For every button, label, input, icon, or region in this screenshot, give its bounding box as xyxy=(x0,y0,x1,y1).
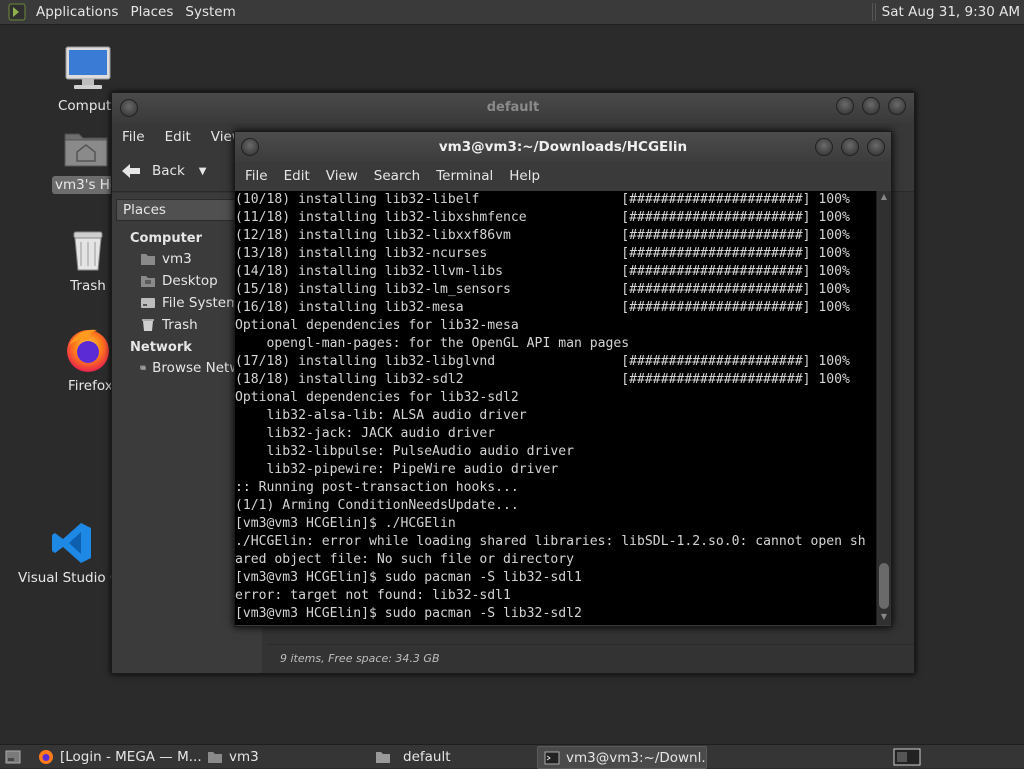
window-titlebar[interactable]: vm3@vm3:~/Downloads/HCGElin xyxy=(235,132,891,162)
chevron-down-icon[interactable]: ▼ xyxy=(199,166,207,177)
taskbar-item-label: vm3@vm3:~/Downl... xyxy=(566,749,707,766)
taskbar-item-vm3[interactable]: vm3 xyxy=(201,746,361,767)
menubar: File Edit View Search Terminal Help xyxy=(235,162,891,190)
terminal-line: (11/18) installing lib32-libxshmfence [#… xyxy=(235,210,850,225)
desktop-icon-label: vm3's Home xyxy=(52,176,120,194)
sidebar-item-label: vm3 xyxy=(162,251,192,267)
panel-separator xyxy=(871,3,876,21)
menu-search[interactable]: Search xyxy=(366,168,428,184)
show-desktop-icon xyxy=(5,750,21,763)
workspace-icon xyxy=(893,748,921,765)
terminal-icon xyxy=(544,751,560,764)
show-desktop-button[interactable] xyxy=(2,746,24,767)
terminal-line: :: Running post-transaction hooks... xyxy=(235,480,519,495)
trash-icon xyxy=(73,231,103,271)
taskbar-item-terminal[interactable]: vm3@vm3:~/Downl... xyxy=(537,746,707,769)
home-folder-icon xyxy=(64,133,108,167)
terminal-line: (16/18) installing lib32-mesa [#########… xyxy=(235,300,850,315)
status-text: 9 items, Free space: 34.3 GB xyxy=(280,652,440,665)
bottom-panel: [Login - MEGA — M... vm3 default vm3@vm3… xyxy=(0,744,1024,769)
home-folder-icon xyxy=(141,254,155,265)
workspace-switcher[interactable] xyxy=(893,746,923,767)
menu-file[interactable]: File xyxy=(237,168,276,184)
terminal-line: (1/1) Arming ConditionNeedsUpdate... xyxy=(235,498,519,513)
terminal-line: (13/18) installing lib32-ncurses [######… xyxy=(235,246,850,261)
terminal-line: ared object file: No such file or direct… xyxy=(235,552,574,567)
terminal-line: (10/18) installing lib32-libelf [#######… xyxy=(235,192,850,207)
computer-icon xyxy=(65,46,111,89)
terminal-line: lib32-libpulse: PulseAudio audio driver xyxy=(235,444,574,459)
terminal-line: ./HCGElin: error while loading shared li… xyxy=(235,534,866,549)
maximize-button[interactable] xyxy=(841,138,859,156)
taskbar-item-firefox[interactable]: [Login - MEGA — M... xyxy=(32,746,202,767)
terminal-line: [vm3@vm3 HCGElin]$ sudo pacman -S lib32-… xyxy=(235,606,582,621)
desktop-folder-icon xyxy=(141,276,155,287)
minimize-button[interactable] xyxy=(815,138,833,156)
terminal-line: [vm3@vm3 HCGElin]$ sudo pacman -S lib32-… xyxy=(235,570,582,585)
folder-icon xyxy=(376,751,390,763)
terminal-line: lib32-pipewire: PipeWire audio driver xyxy=(235,462,559,477)
clock-applet[interactable]: Sat Aug 31, 9:30 AM xyxy=(871,0,1024,25)
firefox-icon xyxy=(67,329,109,372)
minimize-button[interactable] xyxy=(836,97,854,115)
distro-logo-icon[interactable] xyxy=(8,3,26,21)
vscode-icon xyxy=(52,523,91,563)
terminal-line: (18/18) installing lib32-sdl2 [#########… xyxy=(235,372,850,387)
menu-applications[interactable]: Applications xyxy=(30,4,124,20)
menu-terminal[interactable]: Terminal xyxy=(428,168,501,184)
terminal-line: error: target not found: lib32-sdl1 xyxy=(235,588,511,603)
window-title: default xyxy=(486,100,540,115)
scroll-down-icon[interactable]: ▼ xyxy=(877,612,891,624)
menu-system[interactable]: System xyxy=(179,4,241,20)
menu-edit[interactable]: Edit xyxy=(155,129,201,145)
taskbar-item-label: default xyxy=(403,748,451,765)
terminal-line: [vm3@vm3 HCGElin]$ ./HCGElin xyxy=(235,516,456,531)
terminal-line: (17/18) installing lib32-libglvnd [#####… xyxy=(235,354,850,369)
maximize-button[interactable] xyxy=(862,97,880,115)
sidebar-item-label: Trash xyxy=(162,317,198,333)
taskbar-item-default[interactable]: default xyxy=(369,746,533,767)
taskbar-item-label: vm3 xyxy=(229,748,259,765)
menu-help[interactable]: Help xyxy=(501,168,548,184)
firefox-icon xyxy=(39,749,53,764)
desktop-icon-label: Visual Studio Code xyxy=(18,570,112,586)
menu-edit[interactable]: Edit xyxy=(276,168,318,184)
network-icon xyxy=(140,365,146,371)
menu-places[interactable]: Places xyxy=(124,4,179,20)
back-label: Back xyxy=(152,163,185,179)
taskbar-item-label: [Login - MEGA — M... xyxy=(60,748,202,765)
terminal-output[interactable]: (10/18) installing lib32-libelf [#######… xyxy=(235,191,877,625)
clock-label: Sat Aug 31, 9:30 AM xyxy=(881,4,1020,20)
terminal-window[interactable]: vm3@vm3:~/Downloads/HCGElin File Edit Vi… xyxy=(234,131,892,627)
terminal-line: (12/18) installing lib32-libxxf86vm [###… xyxy=(235,228,850,243)
terminal-line: lib32-jack: JACK audio driver xyxy=(235,426,496,441)
home-folder-icon xyxy=(208,751,222,763)
back-button[interactable]: Back ▼ xyxy=(120,161,206,181)
terminal-scrollbar[interactable]: ▲ ▼ xyxy=(876,191,891,625)
terminal-line: (15/18) installing lib32-lm_sensors [###… xyxy=(235,282,850,297)
status-bar: 9 items, Free space: 34.3 GB xyxy=(268,644,914,673)
sidebar-mode-value: Places xyxy=(123,202,166,218)
desktop-icon-vscode[interactable]: Visual Studio Code xyxy=(18,520,112,586)
window-titlebar[interactable]: default xyxy=(112,93,914,123)
trash-icon xyxy=(142,319,154,331)
sidebar-item-label: File System xyxy=(162,295,240,311)
close-button[interactable] xyxy=(888,97,906,115)
drive-icon xyxy=(141,298,155,308)
scroll-up-icon[interactable]: ▲ xyxy=(877,192,891,204)
sidebar-item-label: Desktop xyxy=(162,273,218,289)
scrollbar-thumb[interactable] xyxy=(879,563,889,609)
terminal-line: (14/18) installing lib32-llvm-libs [####… xyxy=(235,264,850,279)
top-panel: Applications Places System Sat Aug 31, 9… xyxy=(0,0,1024,25)
back-arrow-icon xyxy=(122,164,140,178)
terminal-line: lib32-alsa-lib: ALSA audio driver xyxy=(235,408,527,423)
menu-file[interactable]: File xyxy=(112,129,155,145)
terminal-line: Optional dependencies for lib32-mesa xyxy=(235,318,519,333)
window-title: vm3@vm3:~/Downloads/HCGElin xyxy=(438,139,688,155)
menu-view[interactable]: View xyxy=(318,168,366,184)
terminal-line: opengl-man-pages: for the OpenGL API man… xyxy=(235,336,630,351)
terminal-line: Optional dependencies for lib32-sdl2 xyxy=(235,390,519,405)
close-button[interactable] xyxy=(867,138,885,156)
